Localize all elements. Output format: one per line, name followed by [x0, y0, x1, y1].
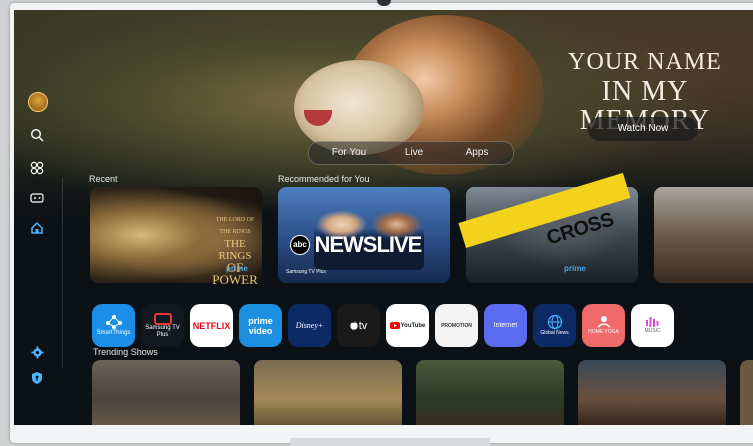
- apple-icon: [350, 321, 358, 330]
- trending-card-5[interactable]: [740, 360, 753, 425]
- top-tabs: For You Live Apps: [308, 141, 514, 165]
- trending-card-2[interactable]: [254, 360, 402, 425]
- apple-tv-label: tv: [358, 319, 368, 332]
- app-disney-plus[interactable]: Disney+: [288, 304, 331, 347]
- promotion-label: PROMOTION: [441, 322, 472, 329]
- abc-logo: abc: [290, 235, 310, 255]
- app-global-news[interactable]: Global News: [533, 304, 576, 347]
- search-icon[interactable]: [26, 124, 48, 146]
- app-promotion[interactable]: PROMOTION: [435, 304, 478, 347]
- app-label: Global News: [540, 330, 569, 336]
- section-recent-label: Recent: [89, 174, 118, 184]
- globe-icon: [547, 314, 562, 330]
- internet-label: Internet: [493, 322, 518, 329]
- trending-card-3[interactable]: [416, 360, 564, 425]
- rings-subtitle: THE LORD OF THE RINGS: [215, 217, 255, 235]
- prime-badge-cross: prime: [564, 264, 586, 273]
- tab-apps[interactable]: Apps: [449, 142, 505, 164]
- app-label: MUSIC: [644, 328, 661, 334]
- privacy-shield-icon[interactable]: [26, 367, 48, 389]
- tv-plus-icon: [153, 312, 172, 325]
- app-samsung-tv-plus[interactable]: Samsung TV Plus: [141, 304, 184, 347]
- samsung-tv-plus-badge: Samsung TV Plus: [286, 269, 326, 275]
- netflix-logo: NETFLIX: [192, 320, 231, 331]
- app-music[interactable]: MUSIC: [631, 304, 674, 347]
- news-live-logo: abc NEWSLIVE: [290, 232, 422, 258]
- watch-now-button[interactable]: Watch Now: [588, 117, 698, 141]
- game-icon[interactable]: [26, 187, 48, 209]
- app-youtube[interactable]: YouTube: [386, 304, 429, 347]
- prime-badge: prime: [226, 264, 248, 273]
- prime-video-logo: prime video: [248, 315, 273, 336]
- monitor-stand: [290, 438, 490, 446]
- app-netflix[interactable]: NETFLIX: [190, 304, 233, 347]
- trending-card-1[interactable]: [92, 360, 240, 425]
- home-icon[interactable]: [26, 217, 48, 239]
- news-live-title: NEWSLIVE: [314, 232, 422, 257]
- app-smartthings[interactable]: SmartThings: [92, 304, 135, 347]
- recommended-card-war[interactable]: [654, 187, 753, 283]
- tab-for-you[interactable]: For You: [319, 142, 379, 164]
- tv-screen: YOUR NAME IN MY MEMORY Watch Now For You…: [14, 10, 753, 425]
- smartthings-icon: [105, 315, 122, 329]
- profile-avatar[interactable]: [28, 92, 48, 112]
- app-prime-video[interactable]: prime video: [239, 304, 282, 347]
- app-apple-tv[interactable]: tv: [337, 304, 380, 347]
- music-bars-icon: [645, 317, 658, 327]
- trending-card-4[interactable]: [578, 360, 726, 425]
- rings-of-power-title: THE LORD OF THE RINGS THE RINGS OF POWER: [210, 214, 260, 286]
- disney-plus-logo: Disney+: [295, 321, 324, 330]
- youtube-play-icon: [389, 322, 400, 329]
- section-recommended-label: Recommended for You: [278, 174, 370, 184]
- tab-live[interactable]: Live: [389, 142, 439, 164]
- youtube-label: YouTube: [400, 322, 426, 329]
- app-home-yoga[interactable]: HOME YOGA: [582, 304, 625, 347]
- app-label: SmartThings: [96, 330, 131, 336]
- app-label: HOME YOGA: [588, 329, 619, 335]
- yoga-icon: [596, 316, 611, 328]
- sidebar-divider: [62, 178, 63, 368]
- section-trending-label: Trending Shows: [93, 347, 158, 357]
- settings-icon[interactable]: [26, 341, 48, 363]
- ambient-icon[interactable]: [26, 157, 48, 179]
- rings-title-line1: THE RINGS: [218, 238, 252, 262]
- app-label: Samsung TV Plus: [145, 324, 180, 338]
- app-internet[interactable]: Internet: [484, 304, 527, 347]
- hero-title-line1: YOUR NAME: [568, 49, 722, 75]
